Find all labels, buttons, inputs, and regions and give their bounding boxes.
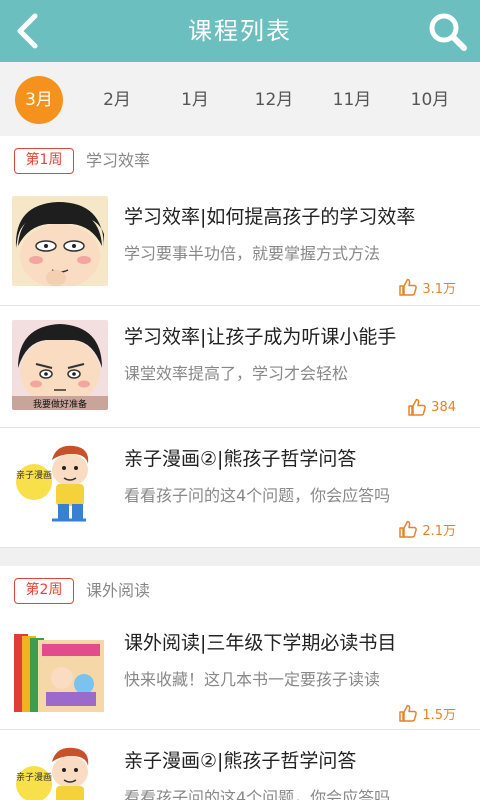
like-count[interactable]: 384 [407, 396, 456, 418]
month-selector: 3月 2月 1月 12月 11月 10月 [0, 62, 480, 136]
course-item[interactable]: 我要做好准备 学习效率|让孩子成为听课小能手 课堂效率提高了，学习才会轻松 38… [0, 306, 480, 428]
like-count-value: 2.1万 [422, 523, 456, 539]
tab-month-2[interactable]: 2月 [93, 76, 141, 124]
course-item[interactable]: 亲子漫画 亲子漫画②|熊孩子哲学问答 看看孩子问的这4个问题，你会应答吗 2.1… [0, 428, 480, 548]
comic-badge-text: 亲子漫画 [16, 469, 52, 481]
thumbs-up-icon [408, 398, 427, 416]
comic-badge-text: 亲子漫画 [16, 771, 52, 783]
like-count[interactable]: 2.1万 [398, 518, 456, 540]
course-item[interactable]: 学习效率|如何提高孩子的学习效率 学习要事半功倍，就要掌握方式方法 3.1万 [0, 186, 480, 306]
top-bar: 课程列表 [0, 0, 480, 62]
course-description: 看看孩子问的这4个问题，你会应答吗 [124, 788, 391, 800]
course-description: 课堂效率提高了，学习才会轻松 [124, 364, 349, 383]
course-thumbnail: 我要做好准备 [12, 320, 108, 410]
course-title: 课外阅读|三年级下学期必读书目 [124, 632, 397, 654]
course-title: 亲子漫画②|熊孩子哲学问答 [124, 448, 357, 470]
tab-month-3[interactable]: 3月 [15, 76, 63, 124]
course-item[interactable]: 亲子漫画 亲子漫画②|熊孩子哲学问答 看看孩子问的这4个问题，你会应答吗 [0, 730, 480, 800]
course-thumbnail [12, 626, 108, 716]
course-title: 学习效率|如何提高孩子的学习效率 [124, 206, 416, 228]
tab-month-1[interactable]: 1月 [171, 76, 219, 124]
thumbnail-caption: 我要做好准备 [33, 398, 87, 410]
like-count-value: 3.1万 [422, 281, 456, 297]
tab-month-12[interactable]: 12月 [249, 76, 299, 124]
course-description: 看看孩子问的这4个问题，你会应答吗 [124, 486, 391, 505]
thumbs-up-icon [399, 704, 418, 722]
section-title: 学习效率 [86, 151, 151, 170]
section-divider [0, 548, 480, 566]
course-description: 快来收藏！这几本书一定要孩子读读 [124, 670, 381, 689]
like-count[interactable]: 1.5万 [398, 702, 456, 724]
course-title: 学习效率|让孩子成为听课小能手 [124, 326, 397, 348]
course-thumbnail: 亲子漫画 [12, 442, 108, 532]
week-badge: 第2周 [14, 578, 74, 604]
like-count-value: 1.5万 [422, 707, 456, 723]
course-description: 学习要事半功倍，就要掌握方式方法 [124, 244, 381, 263]
course-item[interactable]: 课外阅读|三年级下学期必读书目 快来收藏！这几本书一定要孩子读读 1.5万 [0, 612, 480, 730]
search-button[interactable] [426, 10, 470, 54]
thumbs-up-icon [399, 520, 418, 538]
course-title: 亲子漫画②|熊孩子哲学问答 [124, 750, 357, 772]
section-title: 课外阅读 [86, 581, 151, 600]
search-icon [429, 13, 467, 51]
thumbs-up-icon [399, 278, 418, 296]
week-badge: 第1周 [14, 148, 74, 174]
like-count-value: 384 [431, 399, 456, 415]
page-title: 课程列表 [188, 17, 292, 45]
course-thumbnail: 亲子漫画 [12, 744, 108, 800]
section-header-week-1: 第1周 学习效率 [0, 136, 480, 186]
tab-month-10[interactable]: 10月 [405, 76, 455, 124]
course-thumbnail [12, 196, 108, 286]
tab-month-11[interactable]: 11月 [327, 76, 377, 124]
like-count[interactable]: 3.1万 [398, 276, 456, 298]
section-header-week-2: 第2周 课外阅读 [0, 566, 480, 616]
